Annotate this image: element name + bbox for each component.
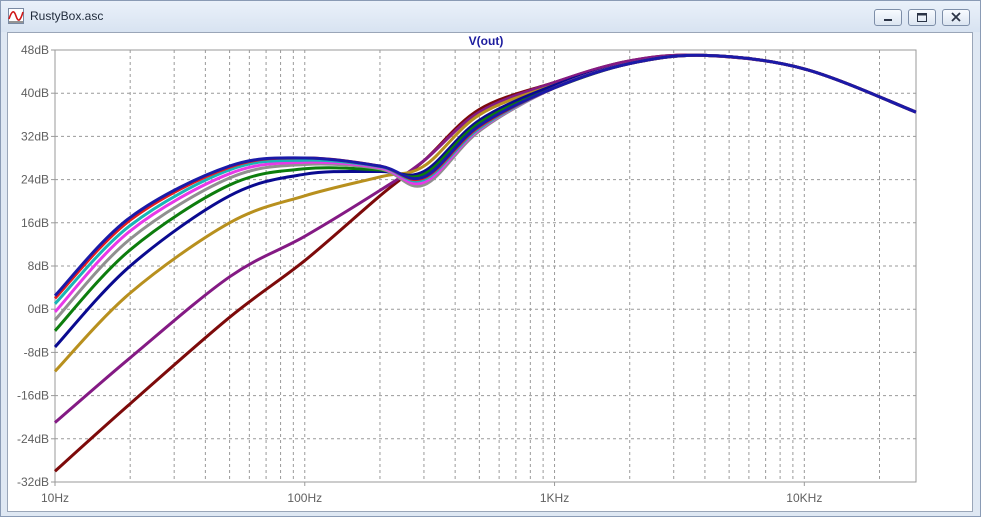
window-title: RustyBox.asc [30,9,104,23]
trace-line[interactable] [53,53,917,297]
y-tick-label: 16dB [21,216,49,230]
y-tick-label: 8dB [28,259,49,273]
x-tick-label: 10KHz [786,491,822,505]
app-window: RustyBox.asc V(out) 48dB 40dB 32dB 24dB 16dB… [0,0,981,517]
minimize-button[interactable] [874,9,902,26]
trace-line[interactable] [53,53,917,300]
trace-line[interactable] [53,53,917,305]
trace-line[interactable] [53,53,917,373]
y-tick-label: 32dB [21,129,49,143]
y-tick-label: 40dB [21,86,49,100]
y-tick-label: -16dB [17,389,49,403]
x-tick-label: 10Hz [41,491,69,505]
minimize-icon [884,19,892,21]
y-tick-label: -24dB [17,432,49,446]
y-tick-label: -32dB [17,475,49,489]
grid [51,49,917,486]
y-tick-label: 0dB [28,302,49,316]
x-tick-label: 1KHz [540,491,569,505]
close-icon [951,12,961,22]
close-button[interactable] [942,9,970,26]
y-tick-label: -8dB [24,345,49,359]
waveform-icon [8,8,24,24]
plot-area[interactable]: V(out) 48dB 40dB 32dB 24dB 16dB 8dB 0dB -8dB -16… [7,32,973,512]
chart-title[interactable]: V(out) [469,34,504,48]
traces[interactable] [53,53,917,473]
restore-icon [917,13,927,22]
y-tick-label: 48dB [21,43,49,57]
x-tick-label: 100Hz [287,491,322,505]
y-tick-label: 24dB [21,173,49,187]
restore-button[interactable] [908,9,936,26]
trace-line[interactable] [53,53,917,332]
bode-plot[interactable]: V(out) 48dB 40dB 32dB 24dB 16dB 8dB 0dB -8dB -16… [8,33,972,511]
axis-labels: 48dB 40dB 32dB 24dB 16dB 8dB 0dB -8dB -16dB -24dB… [17,43,822,505]
title-bar[interactable]: RustyBox.asc [1,1,980,32]
